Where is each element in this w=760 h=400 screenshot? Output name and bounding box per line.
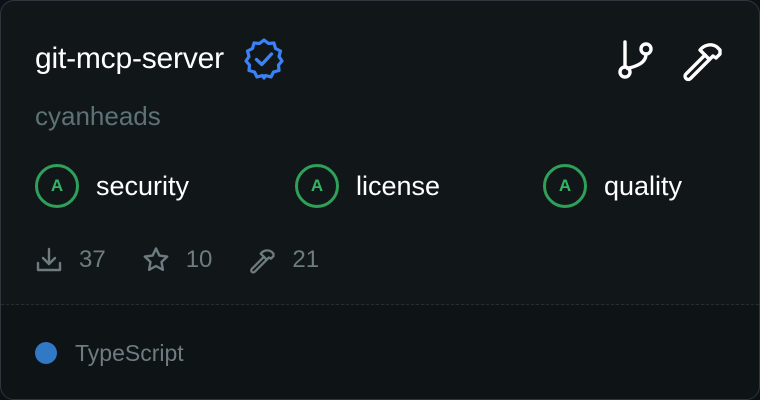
language-indicator: TypeScript (35, 337, 184, 369)
repo-owner[interactable]: cyanheads (35, 97, 161, 135)
repo-title[interactable]: git-mcp-server (35, 37, 224, 81)
stat-downloads: 37 (35, 242, 106, 278)
hammer-icon (248, 246, 276, 274)
stat-tools: 21 (248, 242, 319, 278)
grade-security[interactable]: A security (35, 164, 189, 208)
grade-label: license (356, 171, 441, 201)
verified-badge-icon (242, 37, 286, 81)
download-icon (35, 246, 63, 274)
grade-row: A security A license A quality (35, 164, 725, 212)
card-actions (613, 37, 725, 83)
stars-count: 10 (185, 246, 213, 273)
grade-badge: A (295, 164, 339, 208)
server-card[interactable]: git-mcp-server cyanheads A security A li… (0, 0, 760, 400)
grade-badge: A (35, 164, 79, 208)
language-color-dot (35, 342, 57, 364)
grade-badge: A (543, 164, 587, 208)
grade-license[interactable]: A license (295, 164, 440, 208)
git-branch-icon[interactable] (613, 37, 659, 83)
stats-row: 37 10 21 (35, 241, 355, 279)
tools-count: 21 (292, 246, 320, 273)
hammer-icon[interactable] (679, 37, 725, 83)
grade-label: security (96, 171, 190, 201)
downloads-count: 37 (79, 246, 106, 273)
card-footer: TypeScript (1, 305, 759, 399)
grade-label: quality (604, 171, 683, 201)
stat-stars: 10 (142, 242, 213, 278)
star-icon (142, 246, 170, 274)
card-header: git-mcp-server (35, 37, 286, 81)
grade-quality[interactable]: A quality (543, 164, 682, 208)
language-name: TypeScript (75, 340, 184, 366)
